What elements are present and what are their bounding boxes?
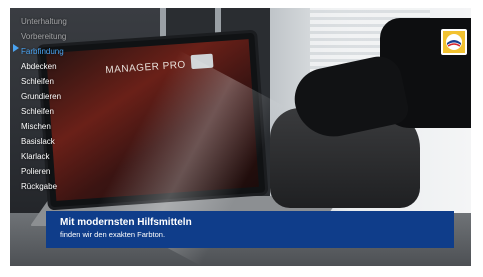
menu-item-basislack[interactable]: Basislack xyxy=(21,134,131,149)
menu-item-mischen[interactable]: Mischen xyxy=(21,119,131,134)
menu-item-unterhaltung[interactable]: Unterhaltung xyxy=(21,14,131,29)
menu-item-rueckgabe[interactable]: Rückgabe xyxy=(21,179,131,194)
menu-item-klarlack[interactable]: Klarlack xyxy=(21,149,131,164)
menu-item-schleifen[interactable]: Schleifen xyxy=(21,74,131,89)
chapter-menu: Unterhaltung Vorbereitung Farbfindung Ab… xyxy=(21,14,131,194)
menu-item-farbfindung[interactable]: Farbfindung xyxy=(21,44,131,59)
caption-bar: Mit modernsten Hilfsmitteln finden wir d… xyxy=(46,211,454,248)
menu-item-polieren[interactable]: Polieren xyxy=(21,164,131,179)
brand-logo-icon xyxy=(441,29,467,55)
menu-item-schleifen-2[interactable]: Schleifen xyxy=(21,104,131,119)
caption-title: Mit modernsten Hilfsmitteln xyxy=(60,217,192,228)
menu-item-abdecken[interactable]: Abdecken xyxy=(21,59,131,74)
menu-item-vorbereitung[interactable]: Vorbereitung xyxy=(21,29,131,44)
caption-subtitle: finden wir den exakten Farbton. xyxy=(60,230,166,239)
brand-logo-mark xyxy=(446,34,462,50)
menu-item-grundieren[interactable]: Grundieren xyxy=(21,89,131,104)
menu-cursor-icon xyxy=(13,44,19,52)
